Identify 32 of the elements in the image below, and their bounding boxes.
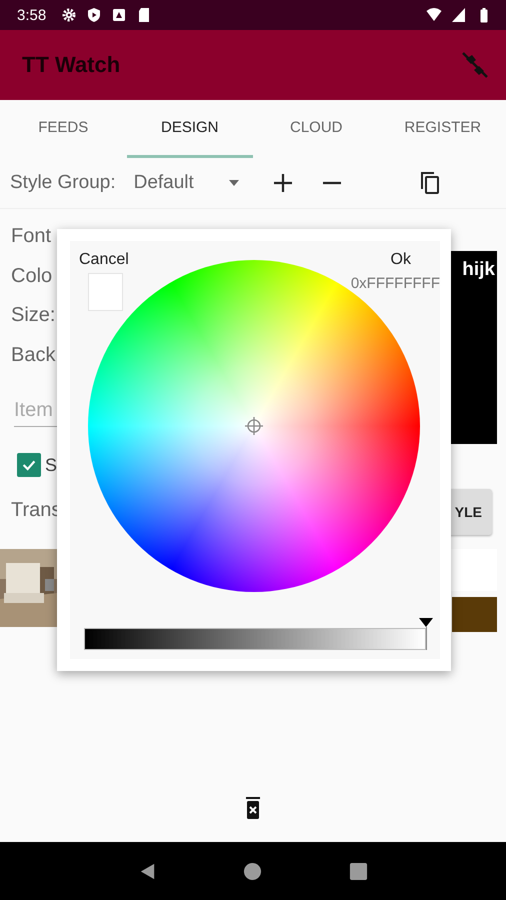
gear-icon: [61, 7, 78, 23]
preview-text: hijk: [461, 258, 496, 281]
color-label: Colo: [11, 264, 54, 288]
style-group-dropdown[interactable]: Default: [128, 172, 246, 194]
background-label: Back: [11, 342, 56, 368]
selected-color-swatch: [88, 273, 123, 311]
tab[interactable]: DESIGN: [126, 100, 253, 158]
trash-icon[interactable]: [245, 796, 261, 820]
tab[interactable]: REGISTER: [380, 100, 506, 158]
image-icon: [111, 7, 128, 23]
signal-icon: [451, 7, 467, 23]
font-label: Font: [11, 224, 52, 249]
ok-button[interactable]: Ok: [390, 251, 411, 269]
shield-icon: [86, 7, 102, 23]
style-group-label: Style Group:: [10, 172, 116, 194]
color-swatch[interactable]: [452, 597, 497, 632]
hex-value: 0xFFFFFFFF: [350, 275, 440, 292]
wifi-icon: [426, 7, 442, 23]
cancel-button[interactable]: Cancel: [79, 251, 129, 269]
tab[interactable]: CLOUD: [253, 100, 380, 158]
alpha-handle[interactable]: [419, 618, 433, 650]
crosshair-icon[interactable]: [244, 416, 264, 436]
checkbox[interactable]: [17, 453, 41, 477]
clock: 3:58: [17, 6, 46, 24]
size-label: Size:: [11, 303, 56, 328]
recents-icon[interactable]: [348, 862, 368, 880]
item-field[interactable]: Item: [14, 395, 58, 427]
home-icon[interactable]: [243, 862, 262, 880]
app-title: TT Watch: [22, 52, 120, 78]
checkbox-label: S: [45, 454, 58, 476]
tab[interactable]: FEEDS: [0, 100, 126, 158]
caret-icon: [228, 179, 240, 187]
